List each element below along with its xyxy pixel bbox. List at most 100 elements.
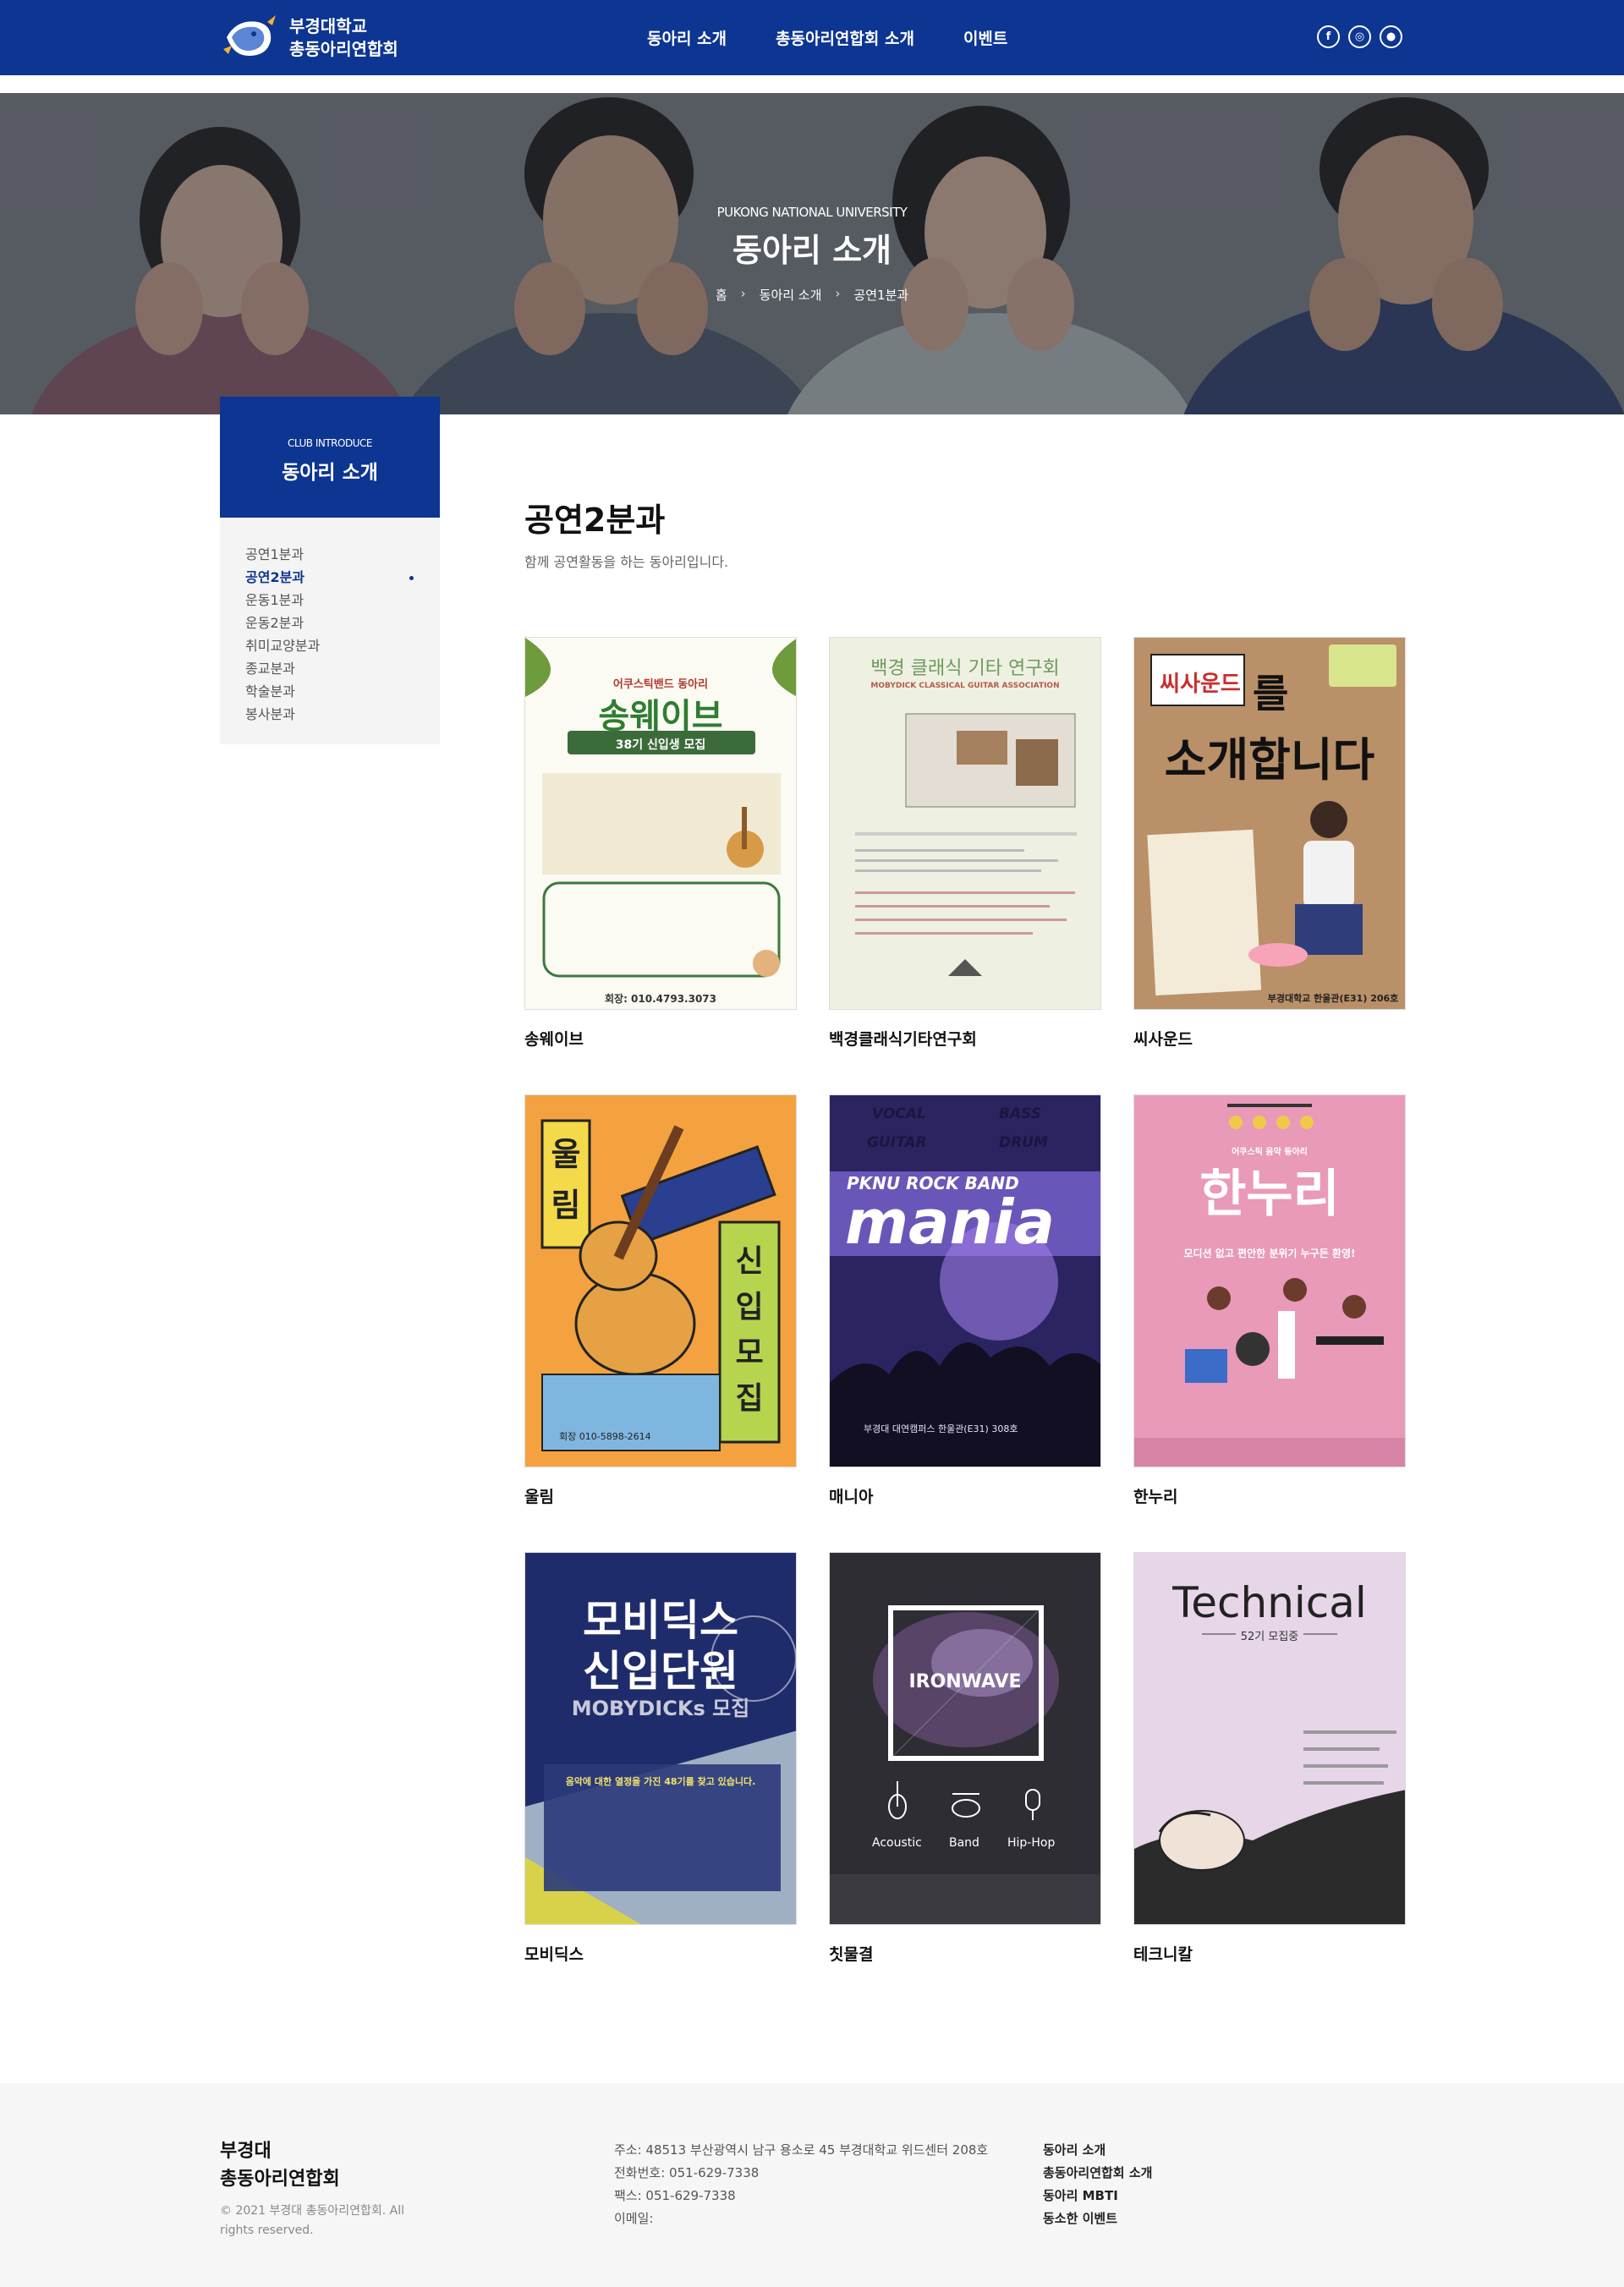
sidebar-item-sports2[interactable]: 운동2분과: [220, 612, 440, 634]
club-card-csound[interactable]: 씨사운드 를 소개합니다 부경대학교 한울관(E31) 206호 씨사운드: [1133, 637, 1406, 1050]
footer-link-event[interactable]: 동소한 이벤트: [1043, 2207, 1152, 2230]
club-poster[interactable]: 백경 클래식 기타 연구회 MOBYDICK CLASSICAL GUITAR …: [829, 637, 1101, 1010]
poster-genre-hiphop: Hip-Hop: [1007, 1836, 1056, 1850]
breadcrumb-separator-icon: ›: [740, 286, 746, 301]
club-card-songwave[interactable]: 어쿠스틱밴드 동아리 송웨이브 38기 신입생 모집 회장: 010.4793.…: [524, 637, 797, 1050]
poster-title-2: 신입모집: [735, 1244, 764, 1416]
poster-title: mania: [845, 1187, 1056, 1258]
club-name[interactable]: 매니아: [829, 1484, 1101, 1507]
poster-footer: 부경대학교 한울관(E31) 206호: [1267, 993, 1399, 1004]
club-name[interactable]: 테크니칼: [1133, 1942, 1406, 1965]
footer-address: 주소: 48513 부산광역시 남구 용소로 45 부경대학교 위드센터 208…: [614, 2142, 989, 2158]
club-name[interactable]: 한누리: [1133, 1484, 1406, 1507]
logo-text-line2: 총동아리연합회: [289, 39, 398, 59]
footer-links: 동아리 소개 총동아리연합회 소개 동아리 MBTI 동소한 이벤트: [1043, 2139, 1152, 2230]
club-name[interactable]: 씨사운드: [1133, 1027, 1406, 1050]
main-nav: 동아리 소개 총동아리연합회 소개 이벤트: [647, 0, 1056, 75]
poster-genre-acoustic: Acoustic: [872, 1836, 922, 1850]
poster-title-1: 울림: [551, 1136, 581, 1224]
site-footer: 부경대 총동아리연합회 © 2021 부경대 총동아리연합회. All righ…: [0, 2083, 1624, 2287]
sidebar-item-hobby[interactable]: 취미교양분과: [220, 634, 440, 657]
club-poster[interactable]: 어쿠스틱밴드 동아리 송웨이브 38기 신입생 모집 회장: 010.4793.…: [524, 637, 797, 1010]
footer-copyright: © 2021 부경대 총동아리연합회. All rights reserved.: [220, 2204, 405, 2237]
sidebar-header-title: 동아리 소개: [282, 462, 378, 484]
club-poster[interactable]: 울림 신입모집 회장 010-5898-2614: [524, 1094, 797, 1467]
poster-title-2: 를: [1253, 671, 1289, 716]
poster-genre-band: Band: [949, 1836, 979, 1850]
poster-subtitle: MOBYDICK CLASSICAL GUITAR ASSOCIATION: [870, 682, 1060, 690]
footer-contact-info: 주소: 48513 부산광역시 남구 용소로 45 부경대학교 위드센터 208…: [614, 2139, 988, 2230]
club-poster[interactable]: 모비딕스 신입단원 MOBYDICKs 모집 음악에 대한 열정을 가진 48기…: [524, 1552, 797, 1925]
poster-tag-guitar: GUITAR: [867, 1134, 927, 1151]
poster-tag-vocal: VOCAL: [872, 1105, 926, 1122]
page-title: 공연2분과: [524, 502, 666, 539]
page-description: 함께 공연활동을 하는 동아리입니다.: [524, 554, 729, 570]
club-card-classical-guitar[interactable]: 백경 클래식 기타 연구회 MOBYDICK CLASSICAL GUITAR …: [829, 637, 1101, 1050]
sidebar-item-volunteer[interactable]: 봉사분과: [220, 703, 440, 726]
sidebar-item-performance2[interactable]: 공연2분과: [220, 566, 440, 589]
site-header: 부경대학교 총동아리연합회 동아리 소개 총동아리연합회 소개 이벤트 f ◎ …: [0, 0, 1624, 75]
poster-tagline: 모디션 없고 편안한 분위기 누구든 환영!: [1183, 1248, 1356, 1259]
breadcrumb-home[interactable]: 홈: [716, 286, 727, 304]
sidebar-item-performance1[interactable]: 공연1분과: [220, 543, 440, 566]
sidebar-header: CLUB INTRODUCE 동아리 소개: [220, 397, 440, 518]
club-card-mania[interactable]: VOCAL BASS GUITAR DRUM PKNU ROCK BAND ma…: [829, 1094, 1101, 1507]
club-name[interactable]: 모비딕스: [524, 1942, 797, 1965]
poster-title: Technical: [1172, 1578, 1367, 1627]
sidebar-item-religion[interactable]: 종교분과: [220, 657, 440, 680]
footer-fax: 팩스: 051-629-7338: [614, 2188, 736, 2203]
breadcrumb: 홈 › 동아리 소개 › 공연1분과: [0, 286, 1624, 304]
club-card-ullim[interactable]: 울림 신입모집 회장 010-5898-2614 울림: [524, 1094, 797, 1507]
site-logo[interactable]: 부경대학교 총동아리연합회: [220, 12, 398, 64]
club-name[interactable]: 백경클래식기타연구회: [829, 1027, 1101, 1050]
whale-logo-icon: [220, 12, 279, 64]
hero-title: 동아리 소개: [732, 232, 892, 269]
nav-union-intro[interactable]: 총동아리연합회 소개: [776, 26, 914, 49]
facebook-icon[interactable]: f: [1317, 25, 1340, 48]
chat-icon[interactable]: ●: [1380, 25, 1402, 48]
club-poster[interactable]: 씨사운드 를 소개합니다 부경대학교 한울관(E31) 206호: [1133, 637, 1406, 1010]
poster-tag-bass: BASS: [999, 1105, 1041, 1122]
nav-club-intro[interactable]: 동아리 소개: [647, 26, 727, 49]
instagram-icon[interactable]: ◎: [1348, 25, 1371, 48]
sidebar-menu: 공연1분과 공연2분과 운동1분과 운동2분과 취미교양분과 종교분과 학술분과…: [220, 518, 440, 744]
footer-phone: 전화번호: 051-629-7338: [614, 2165, 760, 2180]
club-card-ironwave[interactable]: IRONWAVE Acoustic Band Hip-Hop 칫물결: [829, 1552, 1101, 1965]
club-poster[interactable]: VOCAL BASS GUITAR DRUM PKNU ROCK BAND ma…: [829, 1094, 1101, 1467]
footer-email: 이메일:: [614, 2211, 654, 2226]
club-card-hannuri[interactable]: 어쿠스틱 음악 동아리 한누리 모디션 없고 편안한 분위기 누구든 환영! 한…: [1133, 1094, 1406, 1507]
poster-title: IRONWAVE: [908, 1671, 1022, 1692]
footer-link-union-intro[interactable]: 총동아리연합회 소개: [1043, 2162, 1152, 2185]
footer-link-club-intro[interactable]: 동아리 소개: [1043, 2139, 1152, 2162]
poster-subtitle: 52기 모집중: [1240, 1631, 1299, 1643]
footer-link-mbti[interactable]: 동아리 MBTI: [1043, 2185, 1152, 2207]
poster-footer: 부경대 대연캠퍼스 한울관(E31) 308호: [864, 1423, 1018, 1434]
active-dot-icon: [409, 576, 414, 580]
club-poster[interactable]: 어쿠스틱 음악 동아리 한누리 모디션 없고 편안한 분위기 누구든 환영!: [1133, 1094, 1406, 1467]
poster-title: 송웨이브: [598, 697, 723, 736]
poster-title-3: MOBYDICKs 모집: [571, 1697, 750, 1720]
nav-event[interactable]: 이벤트: [963, 26, 1007, 49]
sidebar-item-academic[interactable]: 학술분과: [220, 680, 440, 703]
poster-footer: 회장 010-5898-2614: [559, 1431, 651, 1442]
hero-subtitle: PUKONG NATIONAL UNIVERSITY: [716, 205, 908, 220]
poster-footer: 회장: 010.4793.3073: [604, 993, 717, 1005]
poster-tagline: 음악에 대한 열정을 가진 48기를 찾고 있습니다.: [565, 1776, 756, 1787]
club-name[interactable]: 송웨이브: [524, 1027, 797, 1050]
club-name[interactable]: 칫물결: [829, 1942, 1101, 1965]
club-card-technical[interactable]: Technical 52기 모집중 테크니칼: [1133, 1552, 1406, 1965]
social-links: f ◎ ●: [1317, 25, 1411, 48]
club-poster[interactable]: IRONWAVE Acoustic Band Hip-Hop: [829, 1552, 1101, 1925]
club-name[interactable]: 울림: [524, 1484, 797, 1507]
hero-banner: PUKONG NATIONAL UNIVERSITY 동아리 소개 홈 › 동아…: [0, 93, 1624, 414]
sidebar-header-small: CLUB INTRODUCE: [288, 437, 372, 449]
footer-brand: 부경대 총동아리연합회: [220, 2141, 340, 2190]
breadcrumb-club-intro[interactable]: 동아리 소개: [760, 286, 822, 304]
poster-tag-drum: DRUM: [999, 1134, 1048, 1151]
club-card-mobydicks[interactable]: 모비딕스 신입단원 MOBYDICKs 모집 음악에 대한 열정을 가진 48기…: [524, 1552, 797, 1965]
poster-title-3: 소개합니다: [1164, 733, 1375, 787]
club-poster[interactable]: Technical 52기 모집중: [1133, 1552, 1406, 1925]
sidebar-item-sports1[interactable]: 운동1분과: [220, 589, 440, 612]
poster-title-1: 씨사운드: [1160, 672, 1241, 697]
poster-badge: 38기 신입생 모집: [615, 738, 706, 752]
